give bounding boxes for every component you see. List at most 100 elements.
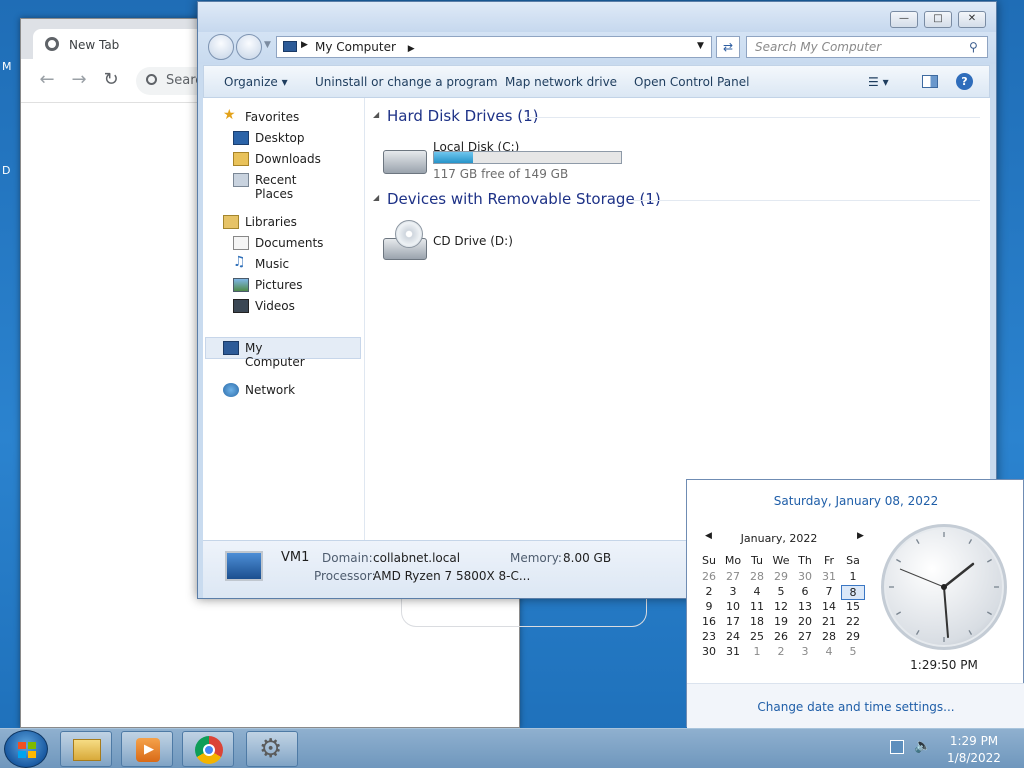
collapse-arrow-icon[interactable]: ◢ bbox=[373, 110, 379, 119]
title-bar[interactable]: — □ ✕ bbox=[198, 2, 996, 32]
calendar-day[interactable]: 10 bbox=[721, 600, 745, 613]
calendar-month[interactable]: January, 2022 bbox=[717, 532, 841, 545]
taskbar-explorer-button[interactable] bbox=[60, 731, 112, 767]
tray-time[interactable]: 1:29 PM bbox=[934, 734, 1014, 748]
calendar-day-selected[interactable]: 8 bbox=[841, 585, 865, 600]
start-button[interactable] bbox=[4, 730, 48, 768]
computer-icon bbox=[225, 551, 263, 581]
clock-tick bbox=[915, 539, 920, 545]
collapse-arrow-icon[interactable]: ◢ bbox=[373, 193, 379, 202]
calendar-day[interactable]: 21 bbox=[817, 615, 841, 628]
analog-clock bbox=[881, 524, 1007, 650]
gear-icon: ⚙ bbox=[259, 734, 283, 764]
calendar-day[interactable]: 2 bbox=[697, 585, 721, 598]
calendar-day[interactable]: 5 bbox=[769, 585, 793, 598]
views-icon[interactable]: ☰ ▾ bbox=[868, 75, 889, 89]
videos-icon bbox=[233, 299, 249, 313]
taskbar-media-player-button[interactable]: ▶ bbox=[121, 731, 173, 767]
group-divider bbox=[525, 117, 980, 118]
calendar-day[interactable]: 23 bbox=[697, 630, 721, 643]
calendar-day[interactable]: 15 bbox=[841, 600, 865, 613]
drive-c[interactable]: Local Disk (C:) 117 GB free of 149 GB bbox=[383, 140, 622, 188]
calendar-day[interactable]: 30 bbox=[697, 645, 721, 658]
restore-button[interactable]: □ bbox=[924, 11, 952, 28]
calendar-day[interactable]: 29 bbox=[769, 570, 793, 583]
calendar-day[interactable]: 19 bbox=[769, 615, 793, 628]
calendar-day[interactable]: 3 bbox=[793, 645, 817, 658]
calendar-day[interactable]: 5 bbox=[841, 645, 865, 658]
calendar-day[interactable]: 22 bbox=[841, 615, 865, 628]
map-network-drive-button[interactable]: Map network drive bbox=[505, 75, 617, 89]
calendar-day[interactable]: 6 bbox=[793, 585, 817, 598]
breadcrumb[interactable]: My Computer bbox=[315, 40, 396, 54]
breadcrumb-chevron-icon[interactable]: ▶ bbox=[301, 40, 308, 50]
drive-d[interactable]: CD Drive (D:) bbox=[383, 220, 583, 266]
search-input[interactable]: Search My Computer ⚲ bbox=[746, 36, 988, 58]
network-tray-icon[interactable] bbox=[890, 740, 904, 754]
calendar-day[interactable]: 24 bbox=[721, 630, 745, 643]
calendar-day[interactable]: 11 bbox=[745, 600, 769, 613]
calendar-day[interactable]: 3 bbox=[721, 585, 745, 598]
calendar-day[interactable]: 2 bbox=[769, 645, 793, 658]
calendar-day[interactable]: 27 bbox=[721, 570, 745, 583]
forward-button[interactable] bbox=[236, 34, 262, 60]
calendar-day[interactable]: 4 bbox=[745, 585, 769, 598]
calendar-day[interactable]: 20 bbox=[793, 615, 817, 628]
calendar-day[interactable]: 1 bbox=[745, 645, 769, 658]
calendar-day[interactable]: 12 bbox=[769, 600, 793, 613]
calendar-day[interactable]: 4 bbox=[817, 645, 841, 658]
breadcrumb-chevron-icon[interactable]: ▶ bbox=[408, 44, 415, 54]
taskbar-settings-button[interactable]: ⚙ bbox=[246, 731, 298, 767]
calendar-day[interactable]: 9 bbox=[697, 600, 721, 613]
uninstall-button[interactable]: Uninstall or change a program bbox=[315, 75, 498, 89]
calendar-day[interactable]: 28 bbox=[745, 570, 769, 583]
tray-date[interactable]: 1/8/2022 bbox=[934, 751, 1014, 765]
long-date-link[interactable]: Saturday, January 08, 2022 bbox=[687, 494, 1024, 508]
organize-menu[interactable]: Organize ▾ bbox=[224, 75, 288, 89]
refresh-button[interactable]: ⇄ bbox=[716, 36, 740, 58]
chrome-tab[interactable]: New Tab bbox=[33, 29, 213, 59]
forward-arrow-icon[interactable]: → bbox=[69, 71, 89, 91]
calendar-day[interactable]: 7 bbox=[817, 585, 841, 598]
calendar-day[interactable]: 29 bbox=[841, 630, 865, 643]
change-date-time-link[interactable]: Change date and time settings... bbox=[687, 700, 1024, 714]
minimize-button[interactable]: — bbox=[890, 11, 918, 28]
next-month-icon[interactable]: ▶ bbox=[857, 531, 864, 541]
back-arrow-icon[interactable]: ← bbox=[37, 71, 57, 91]
prev-month-icon[interactable]: ◀ bbox=[705, 531, 712, 541]
search-icon[interactable]: ⚲ bbox=[969, 40, 978, 54]
calendar-day[interactable]: 1 bbox=[841, 570, 865, 583]
calendar-day[interactable]: 26 bbox=[769, 630, 793, 643]
back-button[interactable] bbox=[208, 34, 234, 60]
preview-pane-icon[interactable] bbox=[922, 75, 938, 88]
group-header-removable[interactable]: Devices with Removable Storage (1) bbox=[387, 190, 661, 208]
desktop-icon-fragment[interactable]: M bbox=[2, 60, 12, 73]
documents-icon bbox=[233, 236, 249, 250]
calendar-day[interactable]: 25 bbox=[745, 630, 769, 643]
help-icon[interactable]: ? bbox=[956, 73, 973, 90]
computer-name: VM1 bbox=[281, 550, 310, 565]
calendar-day[interactable]: 26 bbox=[697, 570, 721, 583]
calendar-day[interactable]: 16 bbox=[697, 615, 721, 628]
taskbar-chrome-button[interactable] bbox=[182, 731, 234, 767]
calendar-day[interactable]: 14 bbox=[817, 600, 841, 613]
open-control-panel-button[interactable]: Open Control Panel bbox=[634, 75, 749, 89]
desktop-icon-fragment[interactable]: D bbox=[2, 164, 10, 177]
close-button[interactable]: ✕ bbox=[958, 11, 986, 28]
volume-icon[interactable]: 🔈 bbox=[914, 738, 931, 754]
reload-icon[interactable]: ↻ bbox=[101, 71, 121, 91]
chrome-search-box[interactable] bbox=[401, 597, 647, 627]
calendar-day[interactable]: 30 bbox=[793, 570, 817, 583]
calendar-day[interactable]: 18 bbox=[745, 615, 769, 628]
calendar-day[interactable]: 17 bbox=[721, 615, 745, 628]
recent-pages-chevron-icon[interactable]: ▼ bbox=[264, 40, 271, 50]
calendar-day[interactable]: 27 bbox=[793, 630, 817, 643]
address-dropdown-icon[interactable]: ▼ bbox=[697, 41, 704, 51]
calendar-day[interactable]: 13 bbox=[793, 600, 817, 613]
calendar-day[interactable]: 31 bbox=[721, 645, 745, 658]
calendar-day[interactable]: 31 bbox=[817, 570, 841, 583]
calendar-day[interactable]: 28 bbox=[817, 630, 841, 643]
cd-disc-icon bbox=[395, 220, 423, 248]
address-bar[interactable]: ▶ My Computer ▶ ▼ bbox=[276, 36, 712, 58]
group-header-hdd[interactable]: Hard Disk Drives (1) bbox=[387, 107, 538, 125]
